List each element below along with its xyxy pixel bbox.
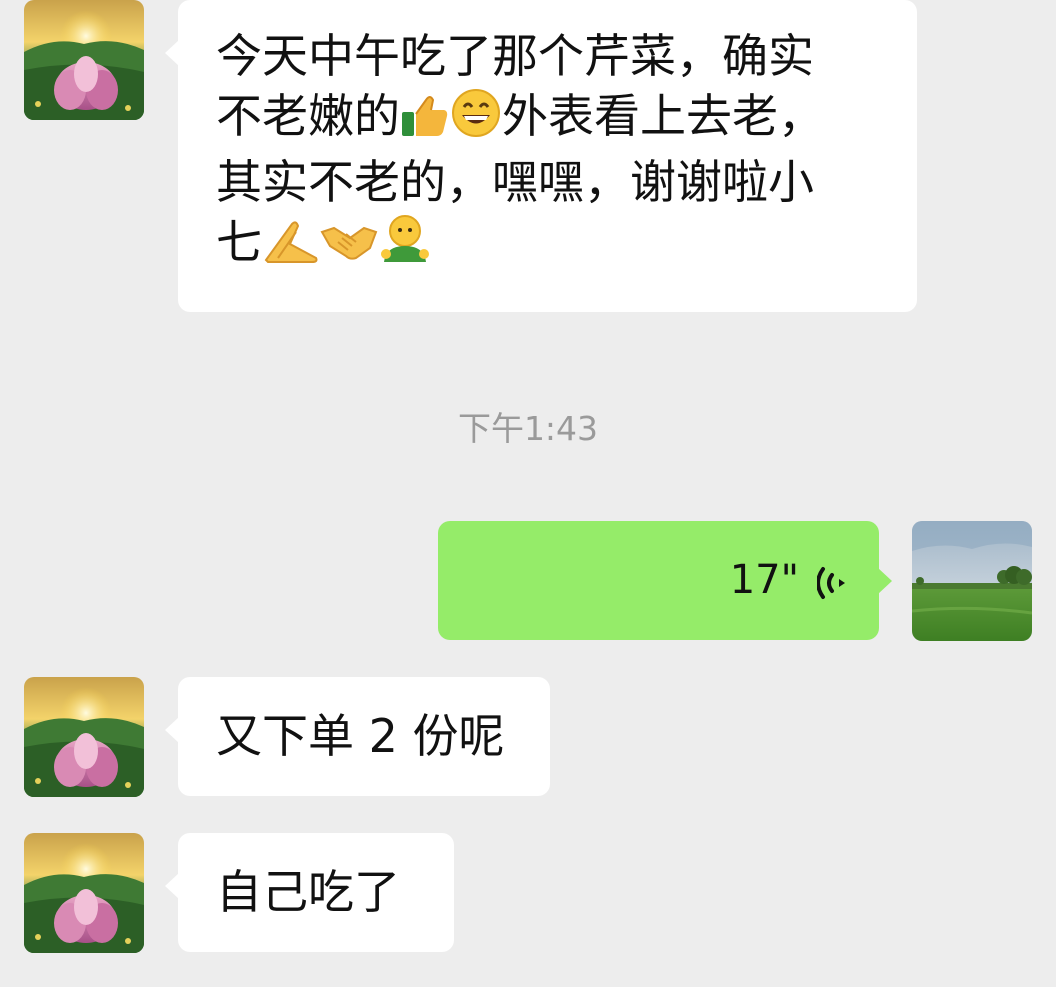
message-text-fragment: 不老嫩的 <box>216 89 400 143</box>
lotus-sunrise-avatar-image <box>24 677 144 797</box>
message-text: 又下单 2 份呢 <box>216 709 505 763</box>
message-text-fragment: 外表看上去老， <box>502 89 824 143</box>
message-text-line: 七 <box>216 212 879 278</box>
message-text: 自己吃了 <box>216 865 400 919</box>
thumbs-up-emoji <box>400 92 450 152</box>
contact-avatar[interactable] <box>24 0 144 120</box>
grinning-face-emoji <box>450 88 502 152</box>
message-timestamp: 下午1:43 <box>457 409 599 448</box>
my-avatar[interactable] <box>912 521 1032 641</box>
voice-duration: 17" <box>729 557 799 603</box>
voice-wave-icon <box>816 559 853 619</box>
contact-avatar[interactable] <box>24 833 144 953</box>
green-field-avatar-image <box>912 521 1032 641</box>
message-text-line: 其实不老的，嘿嘿，谢谢啦小 <box>216 155 814 209</box>
contact-avatar[interactable] <box>24 677 144 797</box>
lotus-sunrise-avatar-image <box>24 833 144 953</box>
message-text-fragment: 七 <box>216 215 262 269</box>
message-text-line: 今天中午吃了那个芹菜，确实 <box>216 29 814 83</box>
message-bubble-incoming[interactable]: 今天中午吃了那个芹菜，确实 不老嫩的 外表看上去老， 其实不老的，嘿嘿，谢谢啦小 … <box>165 0 917 312</box>
folded-hands-emoji <box>262 218 320 278</box>
message-text-line: 不老嫩的 外表看上去老， <box>216 86 879 152</box>
message-bubble-incoming[interactable]: 自己吃了 <box>165 833 454 952</box>
smile-person-emoji <box>378 214 432 278</box>
handshake-emoji <box>320 218 378 278</box>
voice-message-bubble[interactable]: 17" <box>438 521 892 640</box>
lotus-sunrise-avatar-image <box>24 0 144 120</box>
message-bubble-incoming[interactable]: 又下单 2 份呢 <box>165 677 550 796</box>
